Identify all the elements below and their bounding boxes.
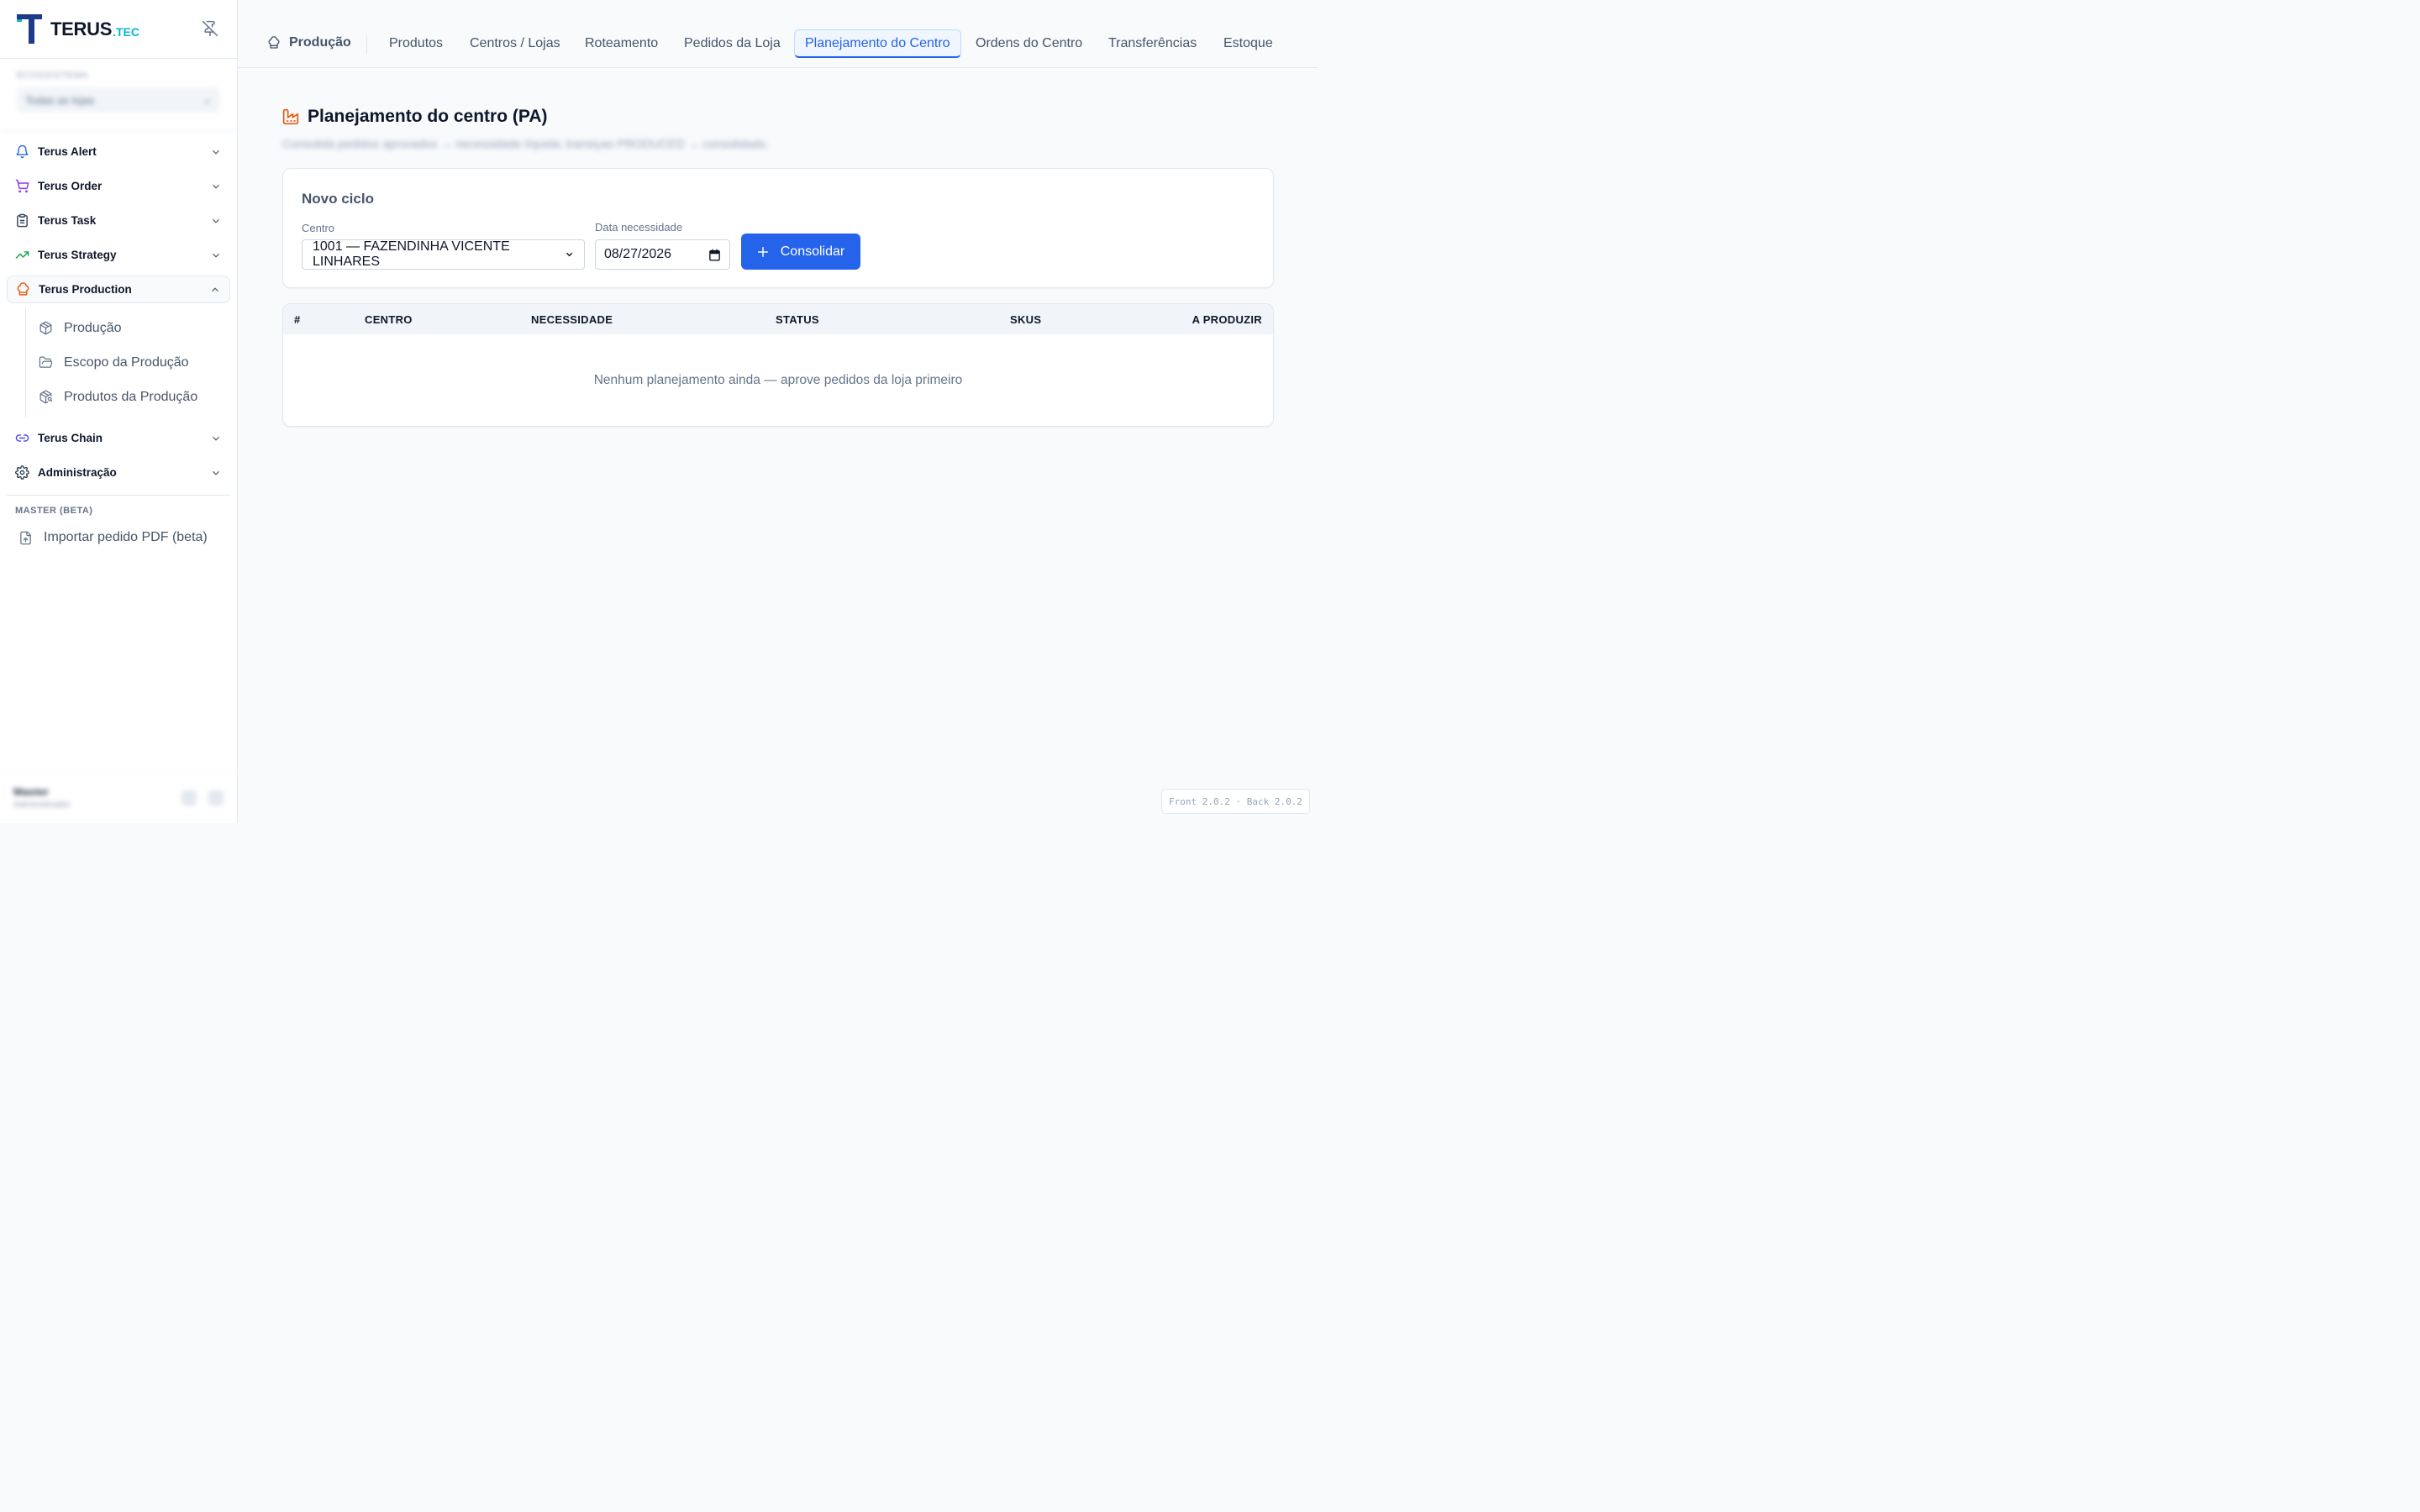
- box-icon: [39, 321, 52, 335]
- centro-select-value: 1001 — FAZENDINHA VICENTE LINHARES: [313, 239, 510, 269]
- package-search-icon: [39, 390, 53, 404]
- file-upload-icon: [20, 531, 31, 544]
- tab-ordens-do-centro[interactable]: Ordens do Centro: [965, 29, 1092, 58]
- column-header-centro: CENTRO: [365, 313, 413, 326]
- sidebar-item-label: Terus Task: [38, 214, 97, 227]
- sidebar-nav: Terus Alert Terus Order Terus Task Terus…: [0, 138, 237, 486]
- sidebar-item-terus-chain[interactable]: Terus Chain: [7, 424, 230, 452]
- column-header-status: STATUS: [776, 313, 819, 326]
- sidebar-item-label: Terus Production: [39, 283, 132, 296]
- page-subtitle: Consolida pedidos aprovados → necessidad…: [282, 137, 769, 150]
- tab-centros-lojas[interactable]: Centros / Lojas: [460, 29, 571, 58]
- card-title: Novo ciclo: [302, 191, 374, 207]
- pin-off-icon[interactable]: [202, 20, 218, 37]
- date-value: 08/27/2026: [604, 247, 672, 261]
- gear-icon: [15, 465, 29, 480]
- brand-tld: .TEC: [113, 24, 139, 39]
- data-necessidade-label: Data necessidade: [595, 221, 683, 234]
- chevron-down-icon: [213, 253, 219, 258]
- sidebar-subitem-label: Produtos da Produção: [64, 389, 198, 404]
- data-necessidade-input[interactable]: 08/27/2026: [595, 239, 730, 270]
- sidebar-subitem-escopo[interactable]: Escopo da Produção: [26, 345, 230, 380]
- tab-transferencias[interactable]: Transferências: [1098, 29, 1207, 58]
- new-cycle-card: Novo ciclo Centro 1001 — FAZENDINHA VICE…: [282, 168, 1274, 288]
- environment-value: Todas as lojas: [25, 93, 95, 107]
- column-header-a-produzir: A PRODUZIR: [1192, 313, 1262, 326]
- sidebar-item-label: Terus Chain: [38, 432, 103, 444]
- plus-icon: [757, 246, 768, 257]
- version-badge: Front 2.0.2 · Back 2.0.2: [1161, 789, 1310, 814]
- environment-selector[interactable]: Ecossistema Todas as lojas ⌄: [0, 59, 237, 131]
- factory-icon: [282, 108, 299, 125]
- bell-icon: [16, 144, 29, 159]
- import-pdf-label: Importar pedido PDF (beta): [44, 530, 208, 544]
- chevron-down-icon: ⌄: [203, 93, 212, 106]
- sidebar-item-label: Terus Alert: [38, 145, 97, 158]
- brand-name: TERUS: [50, 18, 113, 39]
- column-header-index: #: [294, 313, 301, 326]
- tab-produtos[interactable]: Produtos: [379, 29, 453, 58]
- chevron-down-icon: [213, 184, 219, 189]
- user-role: Administrador: [13, 800, 71, 810]
- centro-label: Centro: [302, 222, 335, 234]
- chevron-down-icon: [213, 436, 219, 441]
- empty-state-message: Nenhum planejamento ainda — aprove pedid…: [593, 373, 963, 387]
- environment-select[interactable]: Todas as lojas ⌄: [17, 87, 220, 113]
- centro-select[interactable]: 1001 — FAZENDINHA VICENTE LINHARES: [302, 239, 585, 270]
- table-header: # CENTRO NECESSIDADE STATUS SKUS A PRODU…: [283, 304, 1273, 334]
- clipboard-icon: [17, 213, 28, 228]
- chef-hat-icon: [17, 282, 29, 296]
- terus-logo-icon: [17, 13, 42, 44]
- user-name: Master: [13, 785, 49, 798]
- sidebar-item-terus-alert[interactable]: Terus Alert: [7, 138, 230, 165]
- tab-pedidos-da-loja[interactable]: Pedidos da Loja: [674, 29, 791, 58]
- settings-icon[interactable]: [182, 790, 197, 806]
- logout-icon[interactable]: [208, 790, 224, 806]
- consolidar-button[interactable]: Consolidar: [741, 234, 860, 270]
- chevron-down-icon: [566, 252, 572, 257]
- production-submenu: Produção Escopo da Produção Produtos da …: [25, 307, 230, 417]
- page-title: Planejamento do centro (PA): [282, 107, 547, 127]
- calendar-icon[interactable]: [708, 249, 721, 261]
- folder-open-icon: [39, 356, 53, 368]
- chevron-down-icon: [213, 218, 219, 223]
- sidebar-item-terus-production[interactable]: Terus Production: [7, 276, 230, 303]
- planning-table: # CENTRO NECESSIDADE STATUS SKUS A PRODU…: [282, 303, 1274, 427]
- trending-up-icon: [15, 251, 29, 259]
- master-section-label: MASTER (BETA): [15, 506, 93, 516]
- module-label: Produção: [289, 35, 351, 50]
- chevron-up-icon: [212, 286, 218, 291]
- sidebar-item-terus-strategy[interactable]: Terus Strategy: [7, 241, 230, 269]
- tab-planejamento-do-centro[interactable]: Planejamento do Centro: [794, 29, 961, 58]
- sidebar: TERUS .TEC Ecossistema Todas as lojas ⌄ …: [0, 0, 238, 823]
- sidebar-item-terus-order[interactable]: Terus Order: [7, 172, 230, 200]
- tab-roteamento[interactable]: Roteamento: [575, 29, 668, 58]
- brand: TERUS .TEC: [0, 0, 237, 59]
- cart-icon: [15, 179, 29, 193]
- consolidar-label: Consolidar: [780, 244, 845, 259]
- sidebar-subitem-label: Produção: [64, 320, 122, 335]
- tab-estoque[interactable]: Estoque: [1213, 29, 1283, 58]
- column-header-skus: SKUS: [1010, 313, 1042, 326]
- sidebar-subitem-producao[interactable]: Produção: [26, 311, 230, 345]
- sidebar-item-label: Terus Order: [38, 180, 103, 192]
- sidebar-subitem-label: Escopo da Produção: [64, 354, 189, 370]
- page-heading: Planejamento do centro (PA): [308, 107, 548, 126]
- environment-label: Ecossistema: [17, 71, 88, 81]
- module-title: Produção: [267, 35, 351, 50]
- module-topbar: Produção Produtos Centros / Lojas Roteam…: [238, 0, 1318, 68]
- column-header-necessidade: NECESSIDADE: [531, 313, 613, 326]
- chevron-down-icon: [213, 470, 219, 475]
- sidebar-item-import-pdf[interactable]: Importar pedido PDF (beta): [0, 521, 237, 554]
- user-profile: Master Administrador: [0, 771, 237, 823]
- chevron-down-icon: [213, 150, 219, 155]
- sidebar-item-administracao[interactable]: Administração: [7, 459, 230, 486]
- sidebar-subitem-produtos[interactable]: Produtos da Produção: [26, 380, 230, 414]
- chef-hat-icon: [268, 36, 280, 49]
- sidebar-item-label: Terus Strategy: [38, 249, 117, 261]
- sidebar-item-terus-task[interactable]: Terus Task: [7, 207, 230, 234]
- link-icon: [15, 434, 29, 442]
- sidebar-item-label: Administração: [38, 466, 117, 479]
- topbar-divider: [366, 35, 367, 54]
